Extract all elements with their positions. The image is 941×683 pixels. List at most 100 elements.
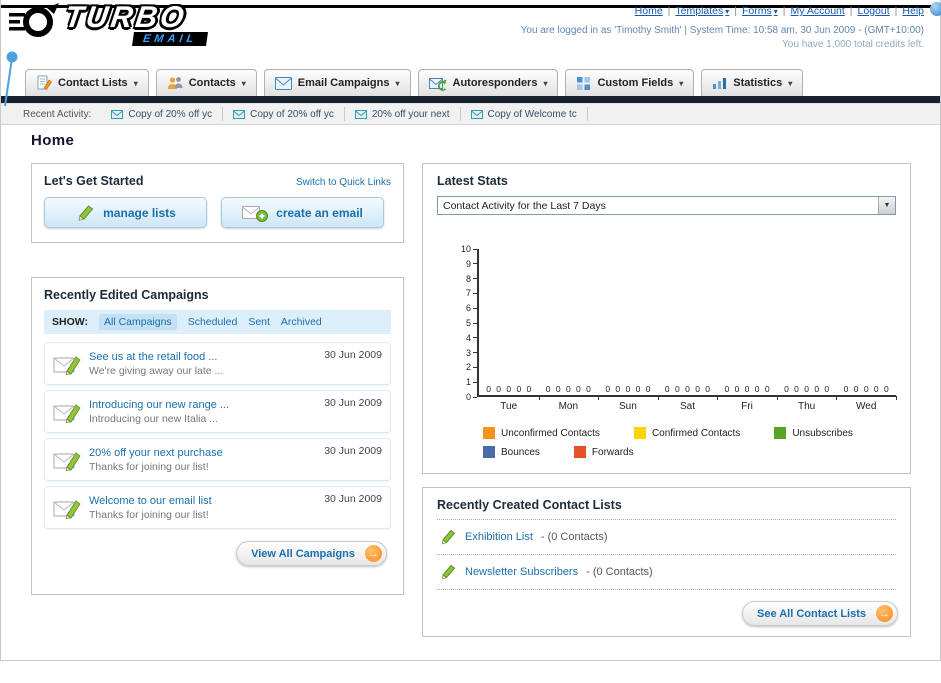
email-icon xyxy=(111,109,124,119)
chart-day-group: 0 0 0 0 0 Sat xyxy=(658,249,718,412)
filter-archived[interactable]: Archived xyxy=(281,316,322,328)
top-link-logout[interactable]: Logout xyxy=(858,5,890,17)
filter-sent[interactable]: Sent xyxy=(248,316,270,328)
dropdown-arrow-icon: ▾ xyxy=(725,6,730,16)
top-link-help[interactable]: Help xyxy=(902,5,924,17)
tab-email-campaigns[interactable]: Email Campaigns ▾ xyxy=(263,69,411,96)
y-axis-tick: 9 xyxy=(466,259,477,269)
chart-day-group: 0 0 0 0 0 Thu xyxy=(777,249,837,412)
top-link-forms[interactable]: Forms ▾ xyxy=(742,5,778,17)
nav-tabs: Contact Lists ▾ Contacts ▾ Email Campaig… xyxy=(1,67,940,96)
x-axis-label: Tue xyxy=(500,401,518,412)
envelope-plus-icon xyxy=(242,205,269,222)
credits-remaining: You have 1,000 total credits left. xyxy=(782,39,924,50)
top-links: Home | Templates ▾ | Forms ▾ | My Account … xyxy=(521,5,924,17)
chart-legend: Unconfirmed Contacts Confirmed Contacts Un… xyxy=(483,427,896,458)
chart-day-group: 0 0 0 0 0 Wed xyxy=(836,249,897,412)
recent-activity-item[interactable]: 20% off your next xyxy=(345,107,461,121)
tab-autoresponders[interactable]: Autoresponders ▾ xyxy=(417,69,559,96)
get-started-title: Let's Get Started xyxy=(44,174,144,188)
campaign-subject: We're giving away our late ... xyxy=(89,364,224,377)
x-axis-label: Sat xyxy=(679,401,695,412)
statistics-icon xyxy=(713,78,727,89)
login-info: You are logged in as 'Timothy Smith' | S… xyxy=(520,25,924,36)
recent-activity-label: Recent Activity: xyxy=(23,108,92,120)
recent-activity-item[interactable]: Copy of 20% off yc xyxy=(223,107,345,121)
x-axis-label: Sun xyxy=(619,401,637,412)
tab-label: Custom Fields xyxy=(597,77,674,89)
legend-item: Unsubscribes xyxy=(774,427,853,439)
filter-scheduled[interactable]: Scheduled xyxy=(188,316,238,328)
campaign-date: 30 Jun 2009 xyxy=(324,445,382,457)
top-link-templates[interactable]: Templates ▾ xyxy=(675,5,729,17)
campaign-row[interactable]: Introducing our new range ... Introducing… xyxy=(44,390,391,433)
view-all-campaigns-button[interactable]: View All Campaigns → xyxy=(236,541,387,566)
campaign-list: See us at the retail food ... We're givin… xyxy=(44,342,391,529)
campaign-edit-icon xyxy=(53,499,81,519)
top-link-my-account[interactable]: My Account xyxy=(791,5,845,17)
campaign-link[interactable]: Introducing our new range ... xyxy=(89,399,229,411)
email-icon xyxy=(354,109,367,119)
tab-statistics[interactable]: Statistics ▾ xyxy=(701,69,804,96)
dropdown-arrow-icon: ▾ xyxy=(395,78,400,88)
manage-lists-button[interactable]: manage lists xyxy=(44,197,207,228)
campaign-row[interactable]: 20% off your next purchase Thanks for joi… xyxy=(44,438,391,481)
recent-activity-item[interactable]: Copy of 20% off yc xyxy=(101,107,224,121)
show-label: SHOW: xyxy=(52,316,88,328)
autoresponders-icon xyxy=(428,77,446,91)
filter-all-campaigns[interactable]: All Campaigns xyxy=(98,314,177,330)
tab-contact-lists[interactable]: Contact Lists ▾ xyxy=(25,69,149,96)
contact-list-link[interactable]: Exhibition List xyxy=(465,531,533,543)
dropdown-arrow-icon: ▾ xyxy=(679,78,684,88)
link-separator: | xyxy=(734,5,738,17)
chart-day-group: 0 0 0 0 0 Mon xyxy=(539,249,599,412)
value-labels: 0 0 0 0 0 xyxy=(843,384,889,394)
legend-item: Unconfirmed Contacts xyxy=(483,427,600,439)
y-axis-tick: 6 xyxy=(466,303,477,313)
switch-to-quick-links[interactable]: Switch to Quick Links xyxy=(296,177,391,188)
tab-custom-fields[interactable]: Custom Fields ▾ xyxy=(565,69,695,96)
create-email-button[interactable]: create an email xyxy=(221,197,384,228)
campaign-link[interactable]: See us at the retail food ... xyxy=(89,351,223,363)
dropdown-arrow-icon: ▾ xyxy=(543,78,548,88)
legend-item: Forwards xyxy=(573,446,634,458)
recent-activity-bar: Recent Activity: Copy of 20% off yc Copy… xyxy=(1,103,940,125)
contact-list-link[interactable]: Newsletter Subscribers xyxy=(465,566,578,578)
value-labels: 0 0 0 0 0 xyxy=(605,384,651,394)
y-axis-tick: 10 xyxy=(461,244,477,254)
legend-item: Bounces xyxy=(483,446,540,458)
contact-list-row[interactable]: Exhibition List - (0 Contacts) xyxy=(437,520,896,555)
campaign-row[interactable]: Welcome to our email list Thanks for join… xyxy=(44,486,391,529)
y-axis-tick: 7 xyxy=(466,288,477,298)
legend-swatch-icon xyxy=(483,446,495,458)
see-all-contact-lists-button[interactable]: See All Contact Lists → xyxy=(741,601,898,626)
campaign-link[interactable]: Welcome to our email list xyxy=(89,495,212,507)
campaign-link[interactable]: 20% off your next purchase xyxy=(89,447,223,459)
y-axis-tick: 2 xyxy=(466,362,477,372)
top-link-home[interactable]: Home xyxy=(635,5,663,17)
app-page: TURBO EMAIL Home | Templates ▾ | Forms ▾ |… xyxy=(0,0,941,661)
campaign-row[interactable]: See us at the retail food ... We're givin… xyxy=(44,342,391,385)
legend-swatch-icon xyxy=(633,427,646,439)
get-started-panel: Let's Get Started Switch to Quick Links … xyxy=(31,163,404,243)
campaign-date: 30 Jun 2009 xyxy=(324,493,382,505)
tab-label: Autoresponders xyxy=(452,77,538,89)
stats-period-select[interactable]: Contact Activity for the Last 7 Days ▼ xyxy=(437,196,896,215)
page-title: Home xyxy=(31,132,75,149)
custom-fields-icon xyxy=(577,76,591,90)
pencil-icon xyxy=(441,564,456,580)
y-axis-tick: 3 xyxy=(466,348,477,358)
go-arrow-icon: → xyxy=(876,605,893,622)
dropdown-arrow-icon: ▾ xyxy=(788,78,793,88)
logo-text: TURBO EMAIL xyxy=(61,1,209,46)
recent-activity-item[interactable]: Copy of Welcome tc xyxy=(461,107,588,121)
campaign-subject: Thanks for joining our list! xyxy=(89,460,209,473)
y-axis-tick: 8 xyxy=(466,274,477,284)
tab-contacts[interactable]: Contacts ▾ xyxy=(155,69,257,96)
contacts-icon xyxy=(167,77,183,89)
y-axis-tick: 1 xyxy=(466,377,477,387)
value-labels: 0 0 0 0 0 xyxy=(486,384,532,394)
turbo-email-logo[interactable]: TURBO EMAIL xyxy=(9,1,209,49)
contact-list-row[interactable]: Newsletter Subscribers - (0 Contacts) xyxy=(437,555,896,590)
x-axis-label: Fri xyxy=(741,401,753,412)
